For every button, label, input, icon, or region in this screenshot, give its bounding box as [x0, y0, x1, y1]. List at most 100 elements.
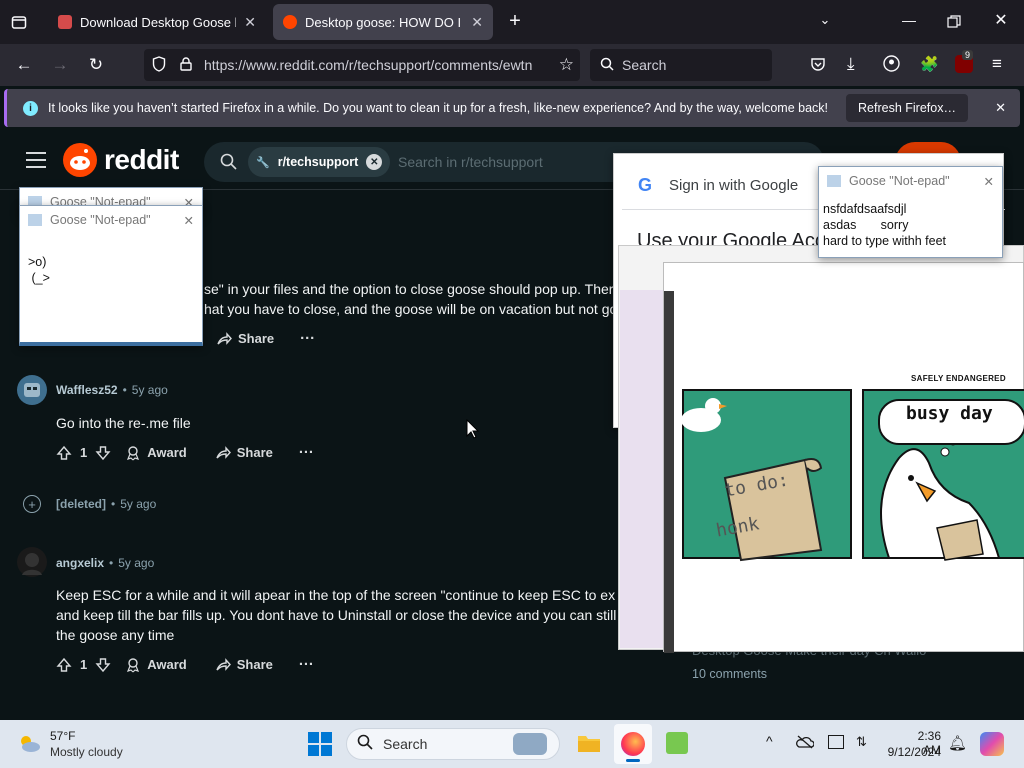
firefox-view-icon[interactable]	[8, 11, 30, 33]
google-signin-title: Sign in with Google	[669, 177, 799, 194]
menu-icon[interactable]: ≡	[992, 54, 1010, 73]
notification-text: It looks like you haven’t started Firefo…	[48, 101, 829, 115]
comment-text: Go into the re-.me file	[56, 415, 191, 431]
more-options-icon[interactable]: ···	[299, 444, 314, 461]
clock-date[interactable]: 9/12/2024	[884, 745, 941, 759]
forward-button[interactable]: →	[46, 52, 74, 78]
hamburger-menu-icon[interactable]	[26, 152, 46, 168]
extensions-icon[interactable]: 🧩	[920, 55, 939, 73]
close-notification-icon[interactable]: ✕	[995, 100, 1006, 116]
tab-bar: Download Desktop Goose by sa ✕ Desktop g…	[0, 0, 1024, 44]
close-tab-icon[interactable]: ✕	[471, 14, 483, 31]
sidebar-comment-count[interactable]: 10 comments	[692, 667, 767, 681]
nav-bar: ← → ↻ https://www.reddit.com/r/techsuppo…	[0, 44, 1024, 86]
minimize-button[interactable]: —	[898, 12, 920, 32]
back-button[interactable]: ←	[10, 52, 38, 78]
share-button[interactable]: Share	[215, 657, 273, 673]
restore-button[interactable]	[944, 12, 966, 32]
weather-temp[interactable]: 57°F	[50, 729, 75, 743]
close-notepad-icon[interactable]: ✕	[984, 174, 994, 189]
upvote-button[interactable]	[56, 657, 72, 673]
share-label: Share	[236, 657, 273, 672]
list-tabs-icon[interactable]: ⌄	[815, 12, 835, 32]
close-tab-icon[interactable]: ✕	[244, 14, 256, 31]
comment-username[interactable]: Wafflesz52	[56, 383, 118, 397]
comment-meta: angxelix • 5y ago	[56, 556, 155, 570]
share-button[interactable]: Share	[216, 331, 274, 347]
lock-icon[interactable]	[180, 56, 196, 74]
remove-chip-icon[interactable]: ✕	[366, 154, 383, 170]
expand-comment-icon[interactable]: +	[23, 495, 41, 513]
tab-title: Desktop goose: HOW DO I DELE	[305, 14, 463, 30]
comment-time[interactable]: 5y ago	[132, 383, 168, 397]
avatar[interactable]	[17, 375, 47, 405]
award-icon	[127, 445, 140, 460]
avatar[interactable]	[17, 547, 47, 577]
display-icon[interactable]	[828, 735, 844, 749]
comment-time[interactable]: 5y ago	[120, 497, 156, 511]
firefox-taskbar-icon[interactable]	[614, 724, 652, 764]
comment-username[interactable]: angxelix	[56, 556, 104, 570]
share-button[interactable]: Share	[215, 445, 273, 461]
pocket-icon[interactable]	[810, 56, 828, 74]
weather-condition[interactable]: Mostly cloudy	[50, 745, 123, 759]
close-notepad-icon[interactable]: ✕	[184, 213, 194, 228]
share-icon	[216, 657, 231, 671]
search-icon	[600, 57, 614, 74]
meme-panel-text: busy day	[906, 403, 993, 424]
notepad-text-area[interactable]: nsfdafdsaafsdjl asdas sorry hard to type…	[819, 195, 1002, 255]
notepad-titlebar: Goose "Not-epad" ✕	[819, 167, 1002, 195]
notepad-icon	[827, 175, 841, 187]
new-tab-button[interactable]: +	[504, 10, 526, 34]
url-text[interactable]: https://www.reddit.com/r/techsupport/com…	[204, 57, 544, 73]
more-options-icon[interactable]: ···	[300, 330, 315, 347]
reload-button[interactable]: ↻	[82, 52, 110, 78]
weather-icon[interactable]	[16, 732, 42, 754]
search-bar[interactable]: Search	[590, 49, 772, 81]
notification-bell-icon[interactable]: 🔔︎	[948, 734, 967, 752]
taskbar-search[interactable]: Search	[346, 728, 560, 760]
award-label: Award	[147, 657, 187, 672]
copilot-icon[interactable]	[980, 732, 1004, 756]
notepad-titlebar: Goose "Not-epad" ✕	[20, 206, 202, 234]
account-icon[interactable]	[883, 55, 901, 73]
reddit-logo-icon[interactable]	[63, 143, 97, 177]
notepad-line: (_>	[28, 271, 50, 285]
file-explorer-icon[interactable]	[577, 732, 601, 754]
tab-download-goose[interactable]: Download Desktop Goose by sa ✕	[48, 4, 266, 40]
vote-count: 1	[80, 657, 88, 672]
shield-icon[interactable]	[152, 55, 168, 75]
downvote-button[interactable]	[95, 657, 111, 673]
url-bar[interactable]: https://www.reddit.com/r/techsupport/com…	[144, 49, 580, 81]
downvote-icon	[95, 657, 111, 672]
share-label: Share	[238, 331, 275, 346]
meme-header: SAFELY ENDANGERED	[911, 374, 1006, 383]
start-button[interactable]	[308, 732, 332, 756]
downloads-icon[interactable]: ⤓	[847, 54, 865, 74]
award-button[interactable]: Award	[125, 657, 187, 673]
onedrive-icon[interactable]	[796, 735, 815, 749]
upvote-button[interactable]	[56, 445, 72, 461]
notepad-line: hard to type withh feet	[823, 234, 946, 248]
tab-desktop-goose[interactable]: Desktop goose: HOW DO I DELE ✕	[273, 4, 493, 40]
network-icon[interactable]: ⇅	[856, 734, 867, 750]
meme-window-border	[664, 291, 674, 653]
award-button[interactable]: Award	[125, 445, 187, 461]
comment-time[interactable]: 5y ago	[118, 556, 154, 570]
close-window-button[interactable]: ✕	[990, 10, 1012, 32]
search-highlight-icon	[513, 733, 547, 755]
notepad-title: Goose "Not-epad"	[849, 174, 950, 188]
upvote-icon	[56, 657, 72, 672]
notepad-text-area[interactable]: >o) (_>	[20, 234, 202, 306]
vote-count: 1	[80, 445, 88, 460]
reddit-wordmark[interactable]: reddit	[104, 144, 179, 176]
bookmark-star-icon[interactable]: ☆	[559, 55, 574, 75]
meme-window-back-inner	[620, 290, 668, 648]
refresh-firefox-button[interactable]: Refresh Firefox…	[846, 94, 968, 122]
subreddit-filter-chip[interactable]: 🔧 r/techsupport ✕	[248, 147, 391, 177]
more-options-icon[interactable]: ···	[299, 656, 314, 673]
downvote-button[interactable]	[95, 445, 111, 461]
comment-text: Keep ESC for a while and it will apear i…	[56, 587, 616, 603]
goose-app-icon[interactable]	[666, 732, 688, 754]
show-hidden-icons[interactable]: ^	[766, 733, 773, 749]
